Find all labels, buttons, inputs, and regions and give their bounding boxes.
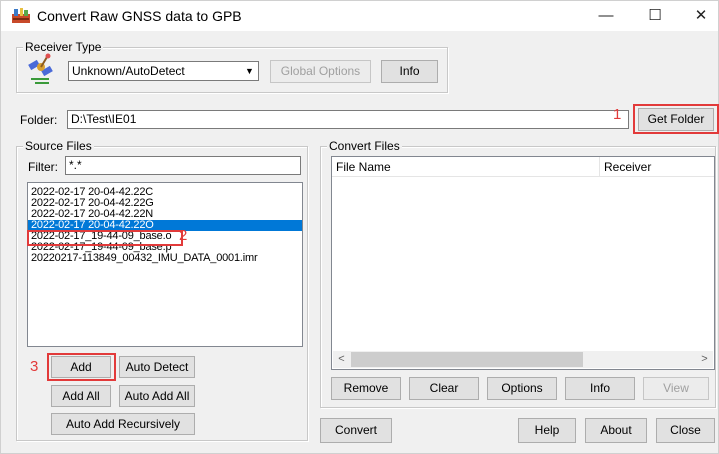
title-bar[interactable]: Convert Raw GNSS data to GPB — ☐ ✕: [1, 1, 718, 31]
step-3-marker: 3: [30, 358, 39, 375]
about-button[interactable]: About: [585, 418, 647, 443]
clear-button[interactable]: Clear: [409, 377, 479, 400]
convert-files-list[interactable]: File Name Receiver < >: [331, 156, 715, 370]
chevron-down-icon: ▼: [245, 66, 254, 76]
folder-input[interactable]: D:\Test\IE01: [67, 110, 629, 129]
filter-label: Filter:: [28, 160, 58, 174]
convert-files-legend: Convert Files: [327, 139, 402, 153]
add-all-button[interactable]: Add All: [51, 385, 111, 407]
view-button[interactable]: View: [643, 377, 709, 400]
close-button[interactable]: Close: [656, 418, 715, 443]
source-files-list[interactable]: 2022-02-17 20-04-42.22C 2022-02-17 20-04-…: [27, 182, 303, 347]
scroll-left-icon[interactable]: <: [333, 351, 350, 368]
receiver-type-value: Unknown/AutoDetect: [72, 64, 185, 78]
convert-button[interactable]: Convert: [320, 418, 392, 443]
selected-file-highlight: [27, 230, 183, 246]
remove-button[interactable]: Remove: [331, 377, 401, 400]
convert-info-button[interactable]: Info: [565, 377, 635, 400]
add-highlight: [47, 353, 116, 381]
folder-label: Folder:: [20, 113, 58, 127]
auto-add-all-button[interactable]: Auto Add All: [119, 385, 195, 407]
horizontal-scrollbar[interactable]: < >: [333, 351, 713, 368]
maximize-button[interactable]: ☐: [635, 5, 675, 27]
source-files-group: Source Files Filter: *.* 2022-02-17 20-0…: [16, 139, 308, 441]
column-receiver[interactable]: Receiver: [600, 157, 714, 177]
app-icon: [11, 7, 31, 25]
close-window-button[interactable]: ✕: [681, 5, 719, 27]
window-title: Convert Raw GNSS data to GPB: [37, 8, 242, 24]
convert-window: Convert Raw GNSS data to GPB — ☐ ✕ Recei…: [0, 0, 719, 454]
auto-add-recursively-button[interactable]: Auto Add Recursively: [51, 413, 195, 435]
source-files-legend: Source Files: [23, 139, 94, 153]
receiver-type-select[interactable]: Unknown/AutoDetect ▼: [68, 61, 259, 81]
step-2-marker: 2: [179, 227, 188, 244]
help-button[interactable]: Help: [518, 418, 576, 443]
list-item[interactable]: 20220217-113849_00432_IMU_DATA_0001.imr: [28, 253, 302, 264]
convert-files-group: Convert Files File Name Receiver < > Rem…: [320, 139, 716, 408]
get-folder-highlight: [633, 104, 719, 134]
column-file-name[interactable]: File Name: [332, 157, 600, 177]
receiver-info-button[interactable]: Info: [381, 60, 438, 83]
options-button[interactable]: Options: [487, 377, 557, 400]
receiver-type-group: Receiver Type Unknown/AutoDetect ▼ Globa…: [16, 40, 448, 93]
satellite-icon: [27, 52, 57, 86]
step-1-marker: 1: [613, 106, 622, 123]
auto-detect-button[interactable]: Auto Detect: [119, 356, 195, 378]
global-options-button[interactable]: Global Options: [270, 60, 371, 83]
scroll-right-icon[interactable]: >: [696, 351, 713, 368]
filter-input[interactable]: *.*: [65, 156, 301, 175]
minimize-button[interactable]: —: [586, 5, 626, 27]
list-header: File Name Receiver: [332, 157, 714, 177]
scroll-thumb[interactable]: [351, 352, 583, 367]
